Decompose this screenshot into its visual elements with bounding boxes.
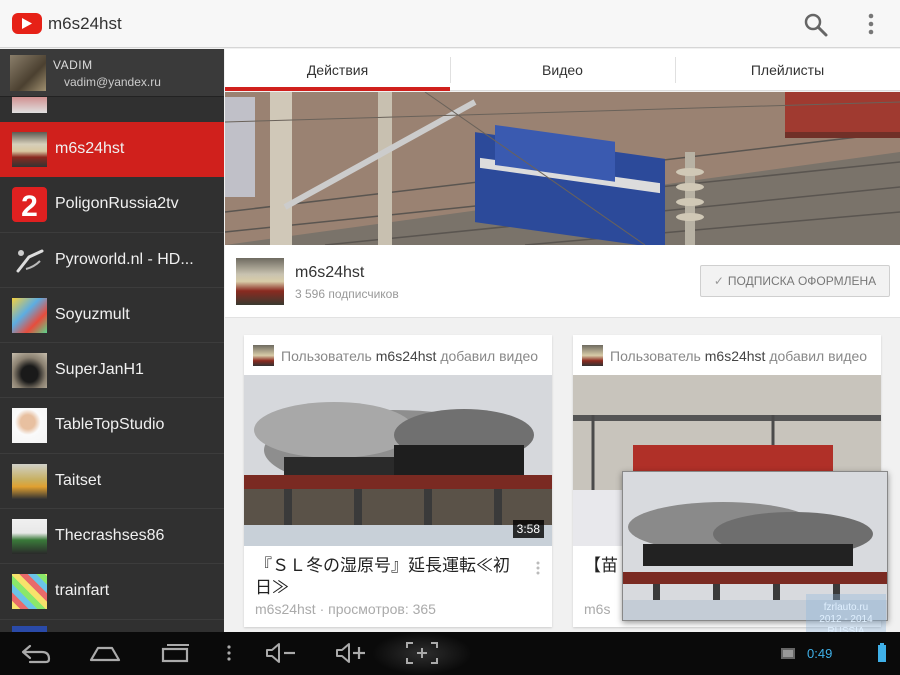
channel-name[interactable]: m6s24hst [295,264,364,282]
sidebar-item-label: trainfart [55,582,110,600]
sidebar-item-soyuzmult[interactable]: Soyuzmult [0,288,224,344]
sidebar-item-label: m6s24hst [55,140,125,157]
sidebar-item-label: Thecrashses86 [55,527,165,545]
recent-apps-icon[interactable] [160,640,192,666]
account-email: vadim@yandex.ru [64,75,161,89]
action-user[interactable]: m6s24hst [376,348,437,364]
action-prefix: Пользователь [610,348,701,364]
colorful-logo-icon [12,574,47,610]
video-meta: m6s24hst · просмотров: 365 [255,601,436,617]
channel-thumbnail [12,97,47,113]
overflow-menu-icon[interactable] [862,12,880,38]
watermark-line: 2012 - 2014 [819,614,873,625]
channel-avatar[interactable] [582,345,603,366]
youtube-logo-icon[interactable] [12,13,42,34]
subscriber-count: 3 596 подписчиков [295,287,399,301]
train-thumb-icon [12,463,47,499]
person-thumb-icon [12,408,47,444]
subscribed-button-label: ПОДПИСКА ОФОРМЛЕНА [727,274,877,288]
sidebar-item-label: TableTopStudio [55,416,165,434]
action-prefix: Пользователь [281,348,372,364]
feed-action-text: Пользователь m6s24hst добавил видео [610,348,867,364]
watermark-line: fzrlauto.ru [823,602,869,613]
cartoon-logo-icon [12,297,47,333]
sidebar-item-superjanh1[interactable]: SuperJanH1 [0,343,224,399]
menu-dots-icon[interactable] [224,640,234,666]
subscription-list: m6s24hst 2 PoligonRussia2tv Pyroworld.nl… [0,122,224,620]
sidebar-item-label: Pyroworld.nl - HD... [55,250,194,268]
avatar [10,55,46,91]
number-2-logo-icon: 2 [12,187,47,223]
gallery-notification-icon[interactable] [780,640,796,666]
account-header[interactable]: VADIM vadim@yandex.ru [0,49,224,97]
check-icon: ✓ [713,274,724,288]
sidebar-item-taitset[interactable]: Taitset [0,454,224,510]
sidebar-item-m6s24hst[interactable]: m6s24hst [0,122,224,178]
train-thumb-icon [12,519,47,555]
tab-selected-indicator [225,87,450,91]
screenshot-icon[interactable] [404,640,440,666]
video-meta: m6s [584,601,611,617]
sidebar-item-tabletopstudio[interactable]: TableTopStudio [0,398,224,454]
sidebar-item-trainfart[interactable]: trainfart [0,564,224,620]
sidebar-item-label: SuperJanH1 [55,361,144,379]
action-suffix: добавил видео [769,348,868,364]
sidebar-item-label: Taitset [55,471,102,489]
sidebar-item-label: PoligonRussia2tv [55,195,179,213]
channel-header: m6s24hst 3 596 подписчиков ✓ ПОДПИСКА ОФО… [225,245,900,318]
channel-banner [225,92,900,245]
sidebar-item-pyroworld[interactable]: Pyroworld.nl - HD... [0,233,224,288]
action-user[interactable]: m6s24hst [705,348,766,364]
video-thumbnail[interactable]: 3:58 [244,375,552,546]
tab-actions[interactable]: Действия [225,49,450,91]
action-suffix: добавил видео [440,348,539,364]
train-thumb-icon [12,132,47,167]
channel-tabs: Действия Видео Плейлисты [225,49,900,91]
feed-card-header: Пользователь m6s24hst добавил видео [244,335,552,375]
volume-up-icon[interactable] [334,640,368,666]
subscribed-button[interactable]: ✓ ПОДПИСКА ОФОРМЛЕНА [700,265,890,297]
sidebar-item-thecrashses86[interactable]: Thecrashses86 [0,509,224,565]
firework-logo-icon [12,243,47,278]
video-title[interactable]: 『ＳＬ冬の湿原号』延長運転≪初日≫ [255,555,515,599]
account-name: VADIM [53,58,93,72]
channel-avatar[interactable] [236,258,284,305]
tab-playlists[interactable]: Плейлисты [675,49,900,91]
channel-avatar[interactable] [253,345,274,366]
app-title: m6s24hst [48,14,122,33]
volume-down-icon[interactable] [264,640,298,666]
sidebar-item-partial[interactable] [0,97,224,117]
home-icon[interactable] [88,640,122,666]
sidebar-item-poligonrussia2tv[interactable]: 2 PoligonRussia2tv [0,177,224,233]
video-duration: 3:58 [512,520,544,538]
more-options-icon[interactable] [536,561,540,575]
locomotive-thumb-icon [12,353,47,389]
search-icon[interactable] [803,12,829,38]
feed-card-header: Пользователь m6s24hst добавил видео [573,335,881,375]
tab-videos[interactable]: Видео [450,49,675,91]
svg-text:2: 2 [21,190,38,222]
battery-icon [878,643,886,662]
sidebar-item-label: Soyuzmult [55,305,130,323]
action-bar: m6s24hst [0,0,900,48]
subscriptions-sidebar: VADIM vadim@yandex.ru m6s24hst 2 Poligon… [0,49,224,632]
status-clock: 0:49 [807,646,833,661]
system-nav-bar [0,632,900,675]
feed-card[interactable]: Пользователь m6s24hst добавил видео 3:58… [244,335,552,627]
back-icon[interactable] [20,640,52,666]
feed-action-text: Пользователь m6s24hst добавил видео [281,348,538,364]
